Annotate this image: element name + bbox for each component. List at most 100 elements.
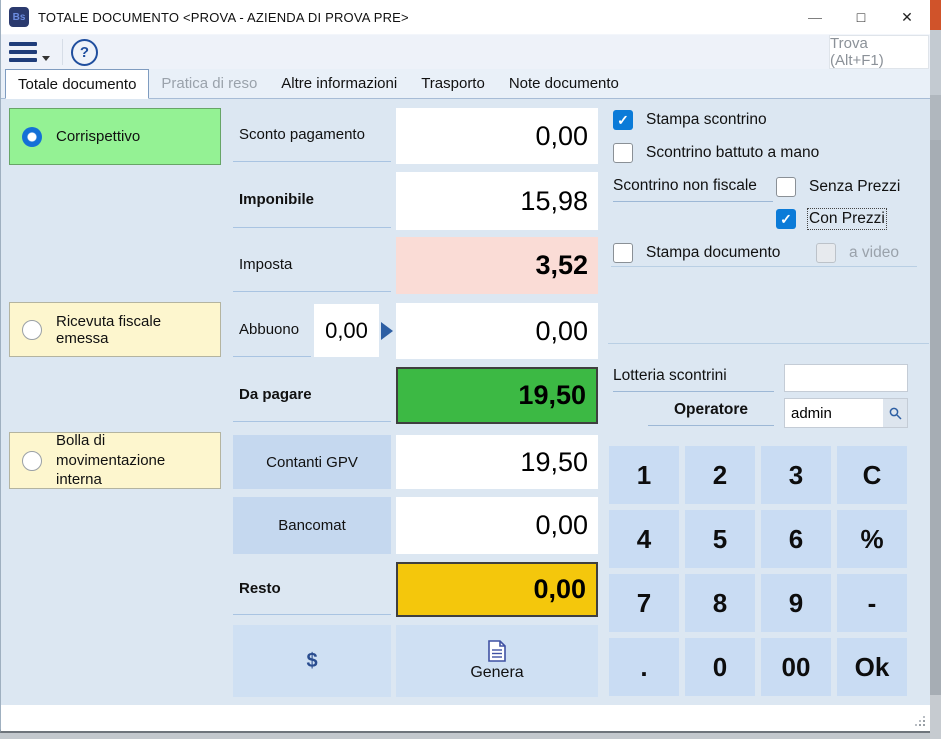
checkbox-label: Stampa documento <box>646 244 781 261</box>
scontrino-battuto-checkbox[interactable]: Scontrino battuto a mano <box>613 143 819 163</box>
search-icon[interactable] <box>883 399 907 427</box>
tab-altre-informazioni[interactable]: Altre informazioni <box>269 69 409 98</box>
checkbox-icon[interactable] <box>613 110 633 130</box>
lotteria-scontrini-label: Lotteria scontrini <box>613 367 774 392</box>
senza-prezzi-checkbox[interactable]: Senza Prezzi <box>776 177 900 197</box>
numpad-key-9[interactable]: 9 <box>761 574 831 632</box>
numpad-key-8[interactable]: 8 <box>685 574 755 632</box>
doctype-ricevuta-fiscale[interactable]: Ricevuta fiscale emessa <box>9 302 221 357</box>
close-button[interactable]: ✕ <box>884 0 930 34</box>
da-pagare-label: Da pagare <box>233 367 391 422</box>
doctype-label: Corrispettivo <box>56 128 141 145</box>
tab-note-documento[interactable]: Note documento <box>497 69 631 98</box>
tab-totale-documento[interactable]: Totale documento <box>5 69 150 99</box>
radio-icon[interactable] <box>22 126 42 147</box>
help-icon[interactable]: ? <box>71 38 98 66</box>
separator <box>611 266 917 267</box>
bancomat-button[interactable]: Bancomat <box>233 497 391 554</box>
operatore-label: Operatore <box>648 401 774 426</box>
checkbox-icon <box>816 243 836 263</box>
doctype-corrispettivo[interactable]: Corrispettivo <box>9 108 221 165</box>
checkbox-icon[interactable] <box>776 177 796 197</box>
stampa-scontrino-checkbox[interactable]: Stampa scontrino <box>613 110 767 130</box>
doctype-label: Bolla di movimentazione interna <box>56 432 166 489</box>
operatore-field[interactable] <box>784 398 908 428</box>
title-bar: Bs TOTALE DOCUMENTO <PROVA - AZIENDA DI … <box>1 0 930 34</box>
menu-button[interactable] <box>9 42 37 62</box>
status-bar <box>1 705 930 731</box>
app-window: Bs TOTALE DOCUMENTO <PROVA - AZIENDA DI … <box>0 0 930 733</box>
checkbox-label: Con Prezzi <box>807 208 887 230</box>
arrow-right-icon <box>381 322 393 340</box>
genera-button[interactable]: Genera <box>396 625 598 697</box>
document-icon <box>488 640 506 662</box>
imponibile-label: Imponibile <box>233 172 391 228</box>
numpad-key-percent[interactable]: % <box>837 510 907 568</box>
scontrino-non-fiscale-label: Scontrino non fiscale <box>613 177 773 202</box>
numpad-key-6[interactable]: 6 <box>761 510 831 568</box>
numpad-key-3[interactable]: 3 <box>761 446 831 504</box>
imposta-label: Imposta <box>233 237 391 292</box>
checkbox-label: Scontrino battuto a mano <box>646 144 820 161</box>
checkbox-icon[interactable] <box>613 143 633 163</box>
numpad-key-5[interactable]: 5 <box>685 510 755 568</box>
main-panel: Corrispettivo Ricevuta fiscale emessa Bo… <box>1 99 930 705</box>
currency-button[interactable]: $ <box>233 625 391 697</box>
doctype-bolla-interna[interactable]: Bolla di movimentazione interna <box>9 432 221 489</box>
con-prezzi-checkbox[interactable]: Con Prezzi <box>776 208 887 230</box>
window-controls: — □ ✕ <box>792 0 930 34</box>
numpad-key-ok[interactable]: Ok <box>837 638 907 696</box>
checkbox-label: a video <box>849 244 899 261</box>
contanti-gpv-button[interactable]: Contanti GPV <box>233 435 391 489</box>
numpad-key-0[interactable]: 0 <box>685 638 755 696</box>
numpad: 1 2 3 C 4 5 6 % 7 8 9 - . 0 00 Ok <box>609 446 907 696</box>
da-pagare-value: 19,50 <box>396 367 598 424</box>
checkbox-icon[interactable] <box>613 243 633 263</box>
abbuono-label: Abbuono <box>233 303 311 357</box>
numpad-key-7[interactable]: 7 <box>609 574 679 632</box>
imposta-value: 3,52 <box>396 237 598 294</box>
imponibile-value[interactable]: 15,98 <box>396 172 598 230</box>
sconto-pagamento-label: Sconto pagamento <box>233 108 391 162</box>
tab-trasporto[interactable]: Trasporto <box>409 69 497 98</box>
contanti-gpv-value[interactable]: 19,50 <box>396 435 598 489</box>
resto-value: 0,00 <box>396 562 598 617</box>
numpad-key-00[interactable]: 00 <box>761 638 831 696</box>
minimize-button[interactable]: — <box>792 0 838 34</box>
screen: Bs TOTALE DOCUMENTO <PROVA - AZIENDA DI … <box>0 0 941 739</box>
doctype-label: Ricevuta fiscale emessa <box>56 312 162 347</box>
maximize-button[interactable]: □ <box>838 0 884 34</box>
abbuono-value[interactable]: 0,00 <box>396 303 598 359</box>
checkbox-label: Senza Prezzi <box>809 178 901 195</box>
separator <box>608 343 929 344</box>
operatore-input[interactable] <box>785 399 883 427</box>
window-title: TOTALE DOCUMENTO <PROVA - AZIENDA DI PRO… <box>38 9 409 25</box>
numpad-key-clear[interactable]: C <box>837 446 907 504</box>
stampa-documento-checkbox[interactable]: Stampa documento <box>613 243 780 263</box>
numpad-key-minus[interactable]: - <box>837 574 907 632</box>
radio-icon[interactable] <box>22 450 42 471</box>
tab-bar: Totale documento Pratica di reso Altre i… <box>1 69 930 99</box>
resize-grip[interactable] <box>923 724 925 726</box>
numpad-key-1[interactable]: 1 <box>609 446 679 504</box>
tab-pratica-di-reso[interactable]: Pratica di reso <box>149 69 269 98</box>
toolbar: ? Trova (Alt+F1) <box>1 34 930 69</box>
numpad-key-dot[interactable]: . <box>609 638 679 696</box>
genera-label: Genera <box>470 664 524 681</box>
checkbox-icon[interactable] <box>776 209 796 229</box>
numpad-key-2[interactable]: 2 <box>685 446 755 504</box>
lotteria-scontrini-input[interactable] <box>784 364 908 392</box>
app-icon: Bs <box>9 7 29 27</box>
dollar-icon: $ <box>306 649 318 672</box>
sconto-pagamento-value[interactable]: 0,00 <box>396 108 598 164</box>
bancomat-value[interactable]: 0,00 <box>396 497 598 554</box>
toolbar-divider <box>62 39 63 65</box>
numpad-key-4[interactable]: 4 <box>609 510 679 568</box>
find-shortcut-label[interactable]: Trova (Alt+F1) <box>829 35 929 69</box>
a-video-checkbox: a video <box>816 243 899 263</box>
radio-icon[interactable] <box>22 319 42 340</box>
background-window-strip <box>930 0 941 739</box>
checkbox-label: Stampa scontrino <box>646 111 767 128</box>
chevron-down-icon[interactable] <box>42 55 50 61</box>
abbuono-pct-field[interactable]: 0,00 <box>314 304 379 357</box>
